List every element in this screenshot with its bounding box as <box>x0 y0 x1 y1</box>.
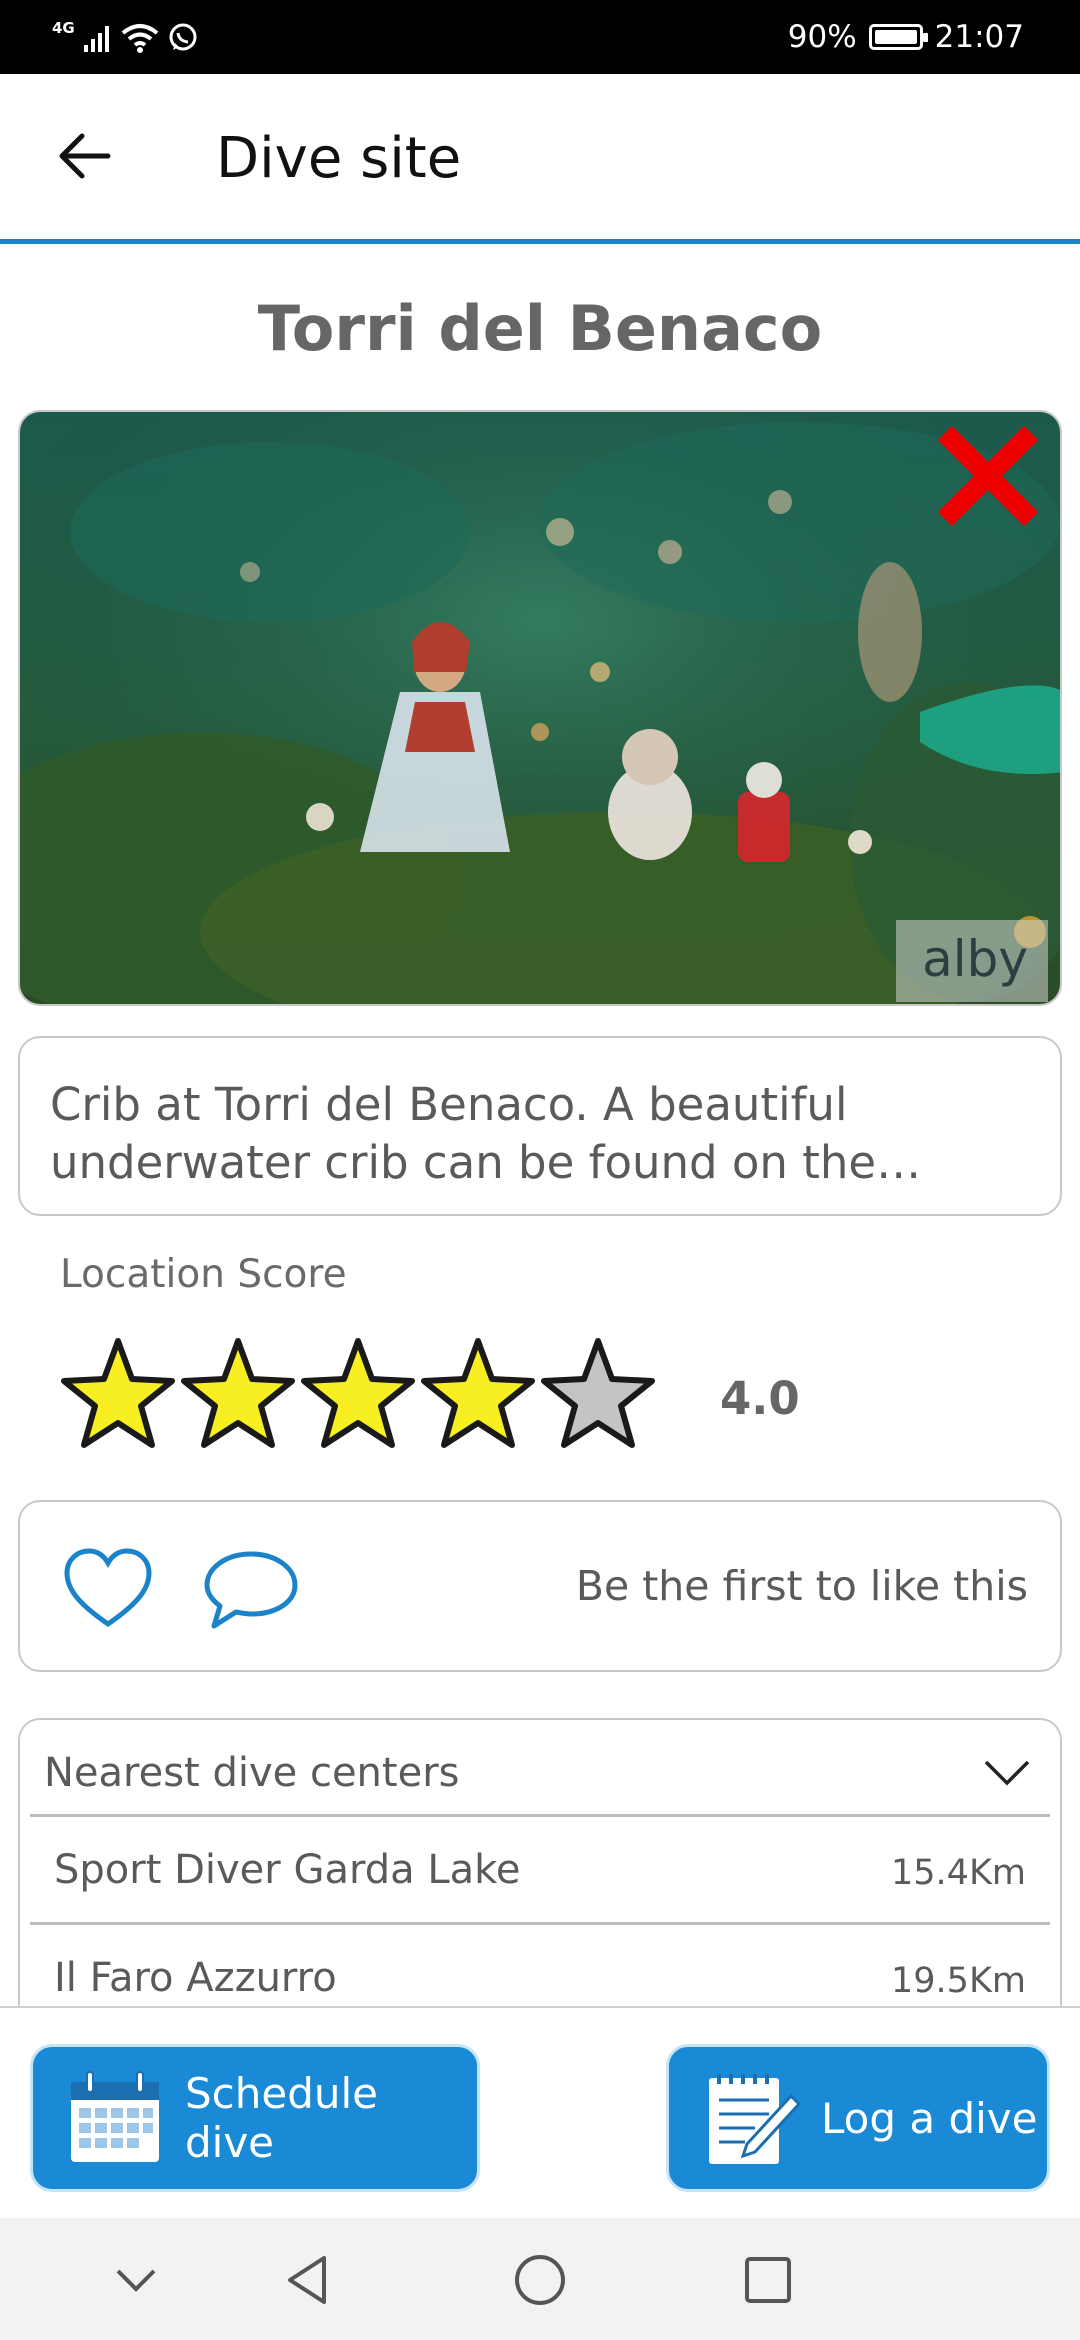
location-score-value: 4.0 <box>720 1372 800 1425</box>
nav-home-button[interactable] <box>508 2248 572 2312</box>
photo-credit: alby <box>896 920 1048 1002</box>
chevron-down-icon <box>984 1760 1030 1786</box>
page-title: Dive site <box>216 126 462 191</box>
dive-center-distance: 19.5Km <box>891 1961 1026 2001</box>
system-nav-bar <box>0 2218 1080 2340</box>
arrow-left-icon <box>59 133 111 179</box>
expand-centers-button[interactable] <box>982 1756 1032 1790</box>
app-bar: Dive site <box>0 74 1080 244</box>
location-score-label: Location Score <box>60 1252 347 1297</box>
wifi-icon <box>121 24 159 53</box>
dive-center-name: Sport Diver Garda Lake <box>54 1847 521 1893</box>
log-dive-button[interactable]: Log a dive <box>666 2044 1050 2192</box>
dive-center-row[interactable]: Il Faro Azzurro 19.5Km <box>30 1925 1050 2018</box>
dive-center-row[interactable]: Sport Diver Garda Lake 15.4Km <box>30 1817 1050 1925</box>
social-box: Be the first to like this <box>18 1500 1062 1672</box>
close-icon <box>938 426 1038 526</box>
triangle-back-icon <box>288 2256 326 2304</box>
network-type: 4G <box>52 19 75 37</box>
site-description: Crib at Torri del Benaco. A beautiful un… <box>50 1078 877 1189</box>
back-button[interactable] <box>44 116 124 196</box>
comment-icon <box>204 1551 298 1629</box>
status-right: 90% 21:07 <box>788 12 1024 62</box>
schedule-dive-button[interactable]: Schedule dive <box>30 2044 480 2192</box>
star-empty-icon[interactable] <box>538 1335 658 1455</box>
bottom-action-bar: Schedule dive Log a dive <box>0 2006 1080 2218</box>
chevron-down-icon <box>116 2269 156 2292</box>
site-name: Torri del Benaco <box>257 292 823 365</box>
battery-icon <box>868 24 928 50</box>
like-button[interactable] <box>62 1546 154 1630</box>
clock: 21:07 <box>934 19 1024 55</box>
remove-photo-button[interactable] <box>938 426 1038 526</box>
nearest-centers-header: Nearest dive centers <box>44 1750 460 1796</box>
log-dive-label: Log a dive <box>821 2093 1038 2143</box>
star-filled-icon[interactable] <box>178 1335 298 1455</box>
comment-button[interactable] <box>202 1548 300 1632</box>
status-icons: 4G <box>52 14 199 62</box>
site-photo[interactable]: alby <box>18 410 1062 1006</box>
circle-home-icon <box>515 2255 565 2305</box>
signal-icon <box>83 26 109 52</box>
nav-hide-keyboard-button[interactable] <box>104 2248 168 2312</box>
nearest-dive-centers: Nearest dive centers Sport Diver Garda L… <box>18 1718 1062 2018</box>
schedule-dive-label: Schedule dive <box>185 2069 378 2167</box>
battery-percent: 90% <box>787 19 857 55</box>
nav-back-button[interactable] <box>276 2248 340 2312</box>
star-filled-icon[interactable] <box>58 1335 178 1455</box>
like-status-text: Be the first to like this <box>575 1562 1028 1610</box>
description-box[interactable]: Crib at Torri del Benaco. A beautiful un… <box>18 1036 1062 1216</box>
status-bar: 4G 90% 21:07 <box>0 0 1080 74</box>
calendar-icon <box>71 2071 159 2162</box>
star-filled-icon[interactable] <box>418 1335 538 1455</box>
dive-center-distance: 15.4Km <box>891 1853 1026 1893</box>
underwater-crib-image <box>20 412 1060 1004</box>
star-filled-icon[interactable] <box>298 1335 418 1455</box>
star-rating[interactable] <box>58 1332 658 1458</box>
dive-center-name: Il Faro Azzurro <box>54 1955 337 2001</box>
nav-recents-button[interactable] <box>736 2248 800 2312</box>
square-recents-icon <box>745 2257 791 2303</box>
whatsapp-icon <box>169 23 197 51</box>
notepad-pencil-icon <box>709 2074 802 2164</box>
heart-icon <box>64 1548 152 1628</box>
